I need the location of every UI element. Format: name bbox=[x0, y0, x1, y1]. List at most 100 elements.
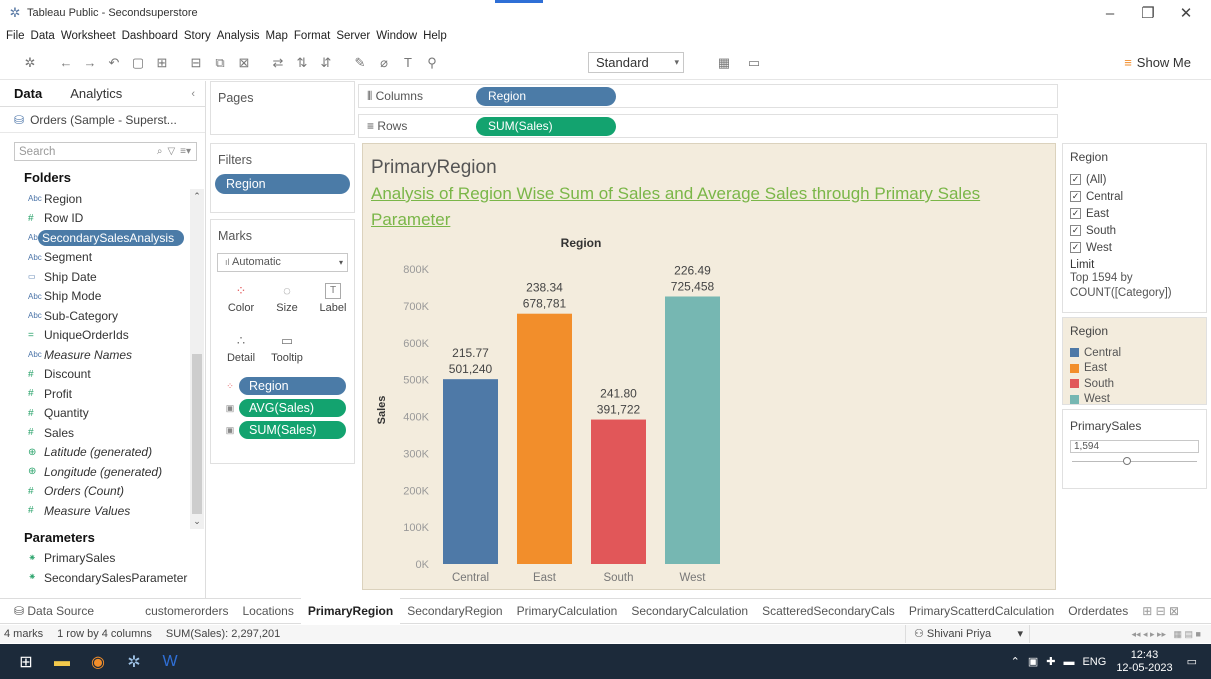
filter-option[interactable]: ✓ West bbox=[1070, 239, 1199, 256]
rows-shelf[interactable]: ≡ Rows SUM(Sales) bbox=[358, 114, 1058, 138]
color-button[interactable]: ⁘ Color bbox=[218, 279, 264, 323]
mark-type-dropdown[interactable]: ıl Automatic ▾ bbox=[217, 253, 348, 272]
sort-desc-icon[interactable]: ⇵ bbox=[314, 55, 338, 71]
size-button[interactable]: ◌ Size bbox=[264, 279, 310, 323]
parameter-slider[interactable] bbox=[1070, 455, 1199, 467]
tableau-taskbar-icon[interactable]: ✲ bbox=[116, 644, 152, 679]
field-item[interactable]: ▭ Ship Date bbox=[0, 267, 205, 287]
group-icon[interactable]: ⌀ bbox=[372, 55, 396, 71]
filters-shelf[interactable]: Filters Region bbox=[210, 143, 355, 213]
sheet-tab[interactable]: PrimaryCalculation bbox=[510, 598, 625, 624]
filter-icon[interactable]: ▽ bbox=[167, 146, 175, 157]
filter-option[interactable]: ✓ Central bbox=[1070, 188, 1199, 205]
search-icon[interactable]: ⌕ bbox=[157, 146, 163, 157]
columns-shelf[interactable]: ⦀ Columns Region bbox=[358, 84, 1058, 108]
mark-pill-region[interactable]: ⁘ Region bbox=[221, 377, 346, 395]
windows-start-icon[interactable]: ⊞ bbox=[8, 644, 44, 679]
field-item[interactable]: Abc Segment bbox=[0, 248, 205, 268]
parameter-value-input[interactable]: 1,594 bbox=[1070, 440, 1199, 453]
menu-dashboard[interactable]: Dashboard bbox=[122, 30, 178, 42]
parameter-item[interactable]: ⁕ SecondarySalesParameter bbox=[0, 568, 205, 588]
new-datasource-icon[interactable]: ⊞ bbox=[150, 55, 174, 71]
menu-map[interactable]: Map bbox=[266, 30, 288, 42]
presentation-icon[interactable]: ▭ bbox=[742, 55, 766, 71]
label-button[interactable]: T Label bbox=[310, 279, 356, 323]
menu-story[interactable]: Story bbox=[184, 30, 211, 42]
rows-pill-sum-sales[interactable]: SUM(Sales) bbox=[476, 116, 616, 136]
language-indicator[interactable]: ENG bbox=[1082, 656, 1106, 668]
menu-help[interactable]: Help bbox=[423, 30, 447, 42]
new-sheet-icon[interactable]: ⊟ bbox=[184, 55, 208, 71]
field-item[interactable]: # Profit bbox=[0, 384, 205, 404]
field-item[interactable]: # Orders (Count) bbox=[0, 482, 205, 502]
columns-pill-region[interactable]: Region bbox=[476, 86, 616, 106]
notifications-icon[interactable]: ▭ bbox=[1187, 655, 1197, 668]
menu-worksheet[interactable]: Worksheet bbox=[61, 30, 116, 42]
minimize-button[interactable]: – bbox=[1091, 0, 1129, 26]
battery-icon[interactable]: ▬ bbox=[1063, 656, 1074, 668]
highlight-icon[interactable]: ✎ bbox=[348, 55, 372, 71]
mark-pill-sum-sales[interactable]: ▣ SUM(Sales) bbox=[221, 421, 346, 439]
legend-item[interactable]: West bbox=[1070, 392, 1199, 408]
sheet-tab[interactable]: customerorders bbox=[138, 598, 235, 624]
field-item[interactable]: = UniqueOrderIds bbox=[0, 326, 205, 346]
sort-asc-icon[interactable]: ⇅ bbox=[290, 55, 314, 71]
datasource-item[interactable]: ⛁ Orders (Sample - Superst... bbox=[0, 107, 205, 133]
back-icon[interactable]: ← bbox=[54, 55, 78, 70]
sheet-tab[interactable]: SecondaryRegion bbox=[400, 598, 509, 624]
field-item[interactable]: Abc Sub-Category bbox=[0, 306, 205, 326]
tooltip-button[interactable]: ▭ Tooltip bbox=[264, 329, 310, 373]
field-item[interactable]: # Measure Values bbox=[0, 501, 205, 521]
network-icon[interactable]: ▣ bbox=[1028, 655, 1038, 668]
list-options-icon[interactable]: ≡▾ bbox=[180, 146, 191, 157]
menu-file[interactable]: File bbox=[6, 30, 25, 42]
undo-icon[interactable]: ↶ bbox=[102, 55, 126, 71]
tray-expand-icon[interactable]: ⌃ bbox=[1011, 655, 1020, 668]
filter-option[interactable]: ✓ (All) bbox=[1070, 171, 1199, 188]
save-icon[interactable]: ▢ bbox=[126, 55, 150, 71]
forward-icon[interactable]: → bbox=[78, 55, 102, 70]
tab-data-source[interactable]: ⛁ Data Source bbox=[0, 598, 138, 624]
app-tray-icon[interactable]: ✚ bbox=[1046, 655, 1055, 668]
slider-handle[interactable] bbox=[1123, 457, 1131, 465]
collapse-pane-icon[interactable]: ‹ bbox=[191, 88, 195, 100]
close-button[interactable]: ✕ bbox=[1167, 0, 1205, 26]
tab-data[interactable]: Data bbox=[0, 86, 56, 101]
filter-pill-region[interactable]: Region bbox=[215, 174, 350, 194]
detail-button[interactable]: ∴ Detail bbox=[218, 329, 264, 373]
mark-pill-avg-sales[interactable]: ▣ AVG(Sales) bbox=[221, 399, 346, 417]
search-input[interactable]: Search ⌕ ▽ ≡▾ bbox=[14, 142, 197, 161]
sheet-navigation-icons[interactable]: ◂◂ ◂ ▸ ▸▸ ▦ ▤ ■ bbox=[1131, 629, 1201, 640]
duplicate-sheet-icon[interactable]: ⧉ bbox=[208, 55, 232, 71]
pages-shelf[interactable]: Pages bbox=[210, 81, 355, 135]
menu-format[interactable]: Format bbox=[294, 30, 330, 42]
sheet-tab[interactable]: PrimaryRegion bbox=[300, 598, 401, 624]
cards-icon[interactable]: ▦ bbox=[712, 55, 736, 71]
checkbox-icon[interactable]: ✓ bbox=[1070, 242, 1081, 253]
swap-icon[interactable]: ⇄ bbox=[266, 55, 290, 71]
legend-item[interactable]: Central bbox=[1070, 345, 1199, 361]
sheet-tab[interactable]: Locations bbox=[235, 598, 300, 624]
checkbox-icon[interactable]: ✓ bbox=[1070, 191, 1081, 202]
field-item[interactable]: Abc Measure Names bbox=[0, 345, 205, 365]
field-item[interactable]: # Sales bbox=[0, 423, 205, 443]
clear-sheet-icon[interactable]: ⊠ bbox=[232, 55, 256, 71]
menu-server[interactable]: Server bbox=[336, 30, 370, 42]
sheet-tab[interactable]: PrimaryScatterdCalculation bbox=[902, 598, 1061, 624]
fit-dropdown[interactable]: Standard ▾ bbox=[588, 52, 684, 73]
field-item[interactable]: # Quantity bbox=[0, 404, 205, 424]
checkbox-icon[interactable]: ✓ bbox=[1070, 174, 1081, 185]
field-item[interactable]: # Row ID bbox=[0, 209, 205, 229]
sheet-tab[interactable]: SecondaryCalculation bbox=[624, 598, 755, 624]
show-me-button[interactable]: ≡ Show Me bbox=[1124, 55, 1191, 70]
parameter-item[interactable]: ⁕ PrimarySales bbox=[0, 549, 205, 569]
field-item[interactable]: Abc Ship Mode bbox=[0, 287, 205, 307]
tableau-logo-icon[interactable]: ✲ bbox=[18, 55, 42, 71]
field-item[interactable]: Abc Region bbox=[0, 189, 205, 209]
sheet-tab[interactable]: Orderdates bbox=[1061, 598, 1135, 624]
file-explorer-icon[interactable]: ▬ bbox=[44, 644, 80, 679]
checkbox-icon[interactable]: ✓ bbox=[1070, 208, 1081, 219]
menu-data[interactable]: Data bbox=[31, 30, 55, 42]
menu-window[interactable]: Window bbox=[376, 30, 417, 42]
restore-button[interactable]: ❐ bbox=[1129, 0, 1167, 26]
